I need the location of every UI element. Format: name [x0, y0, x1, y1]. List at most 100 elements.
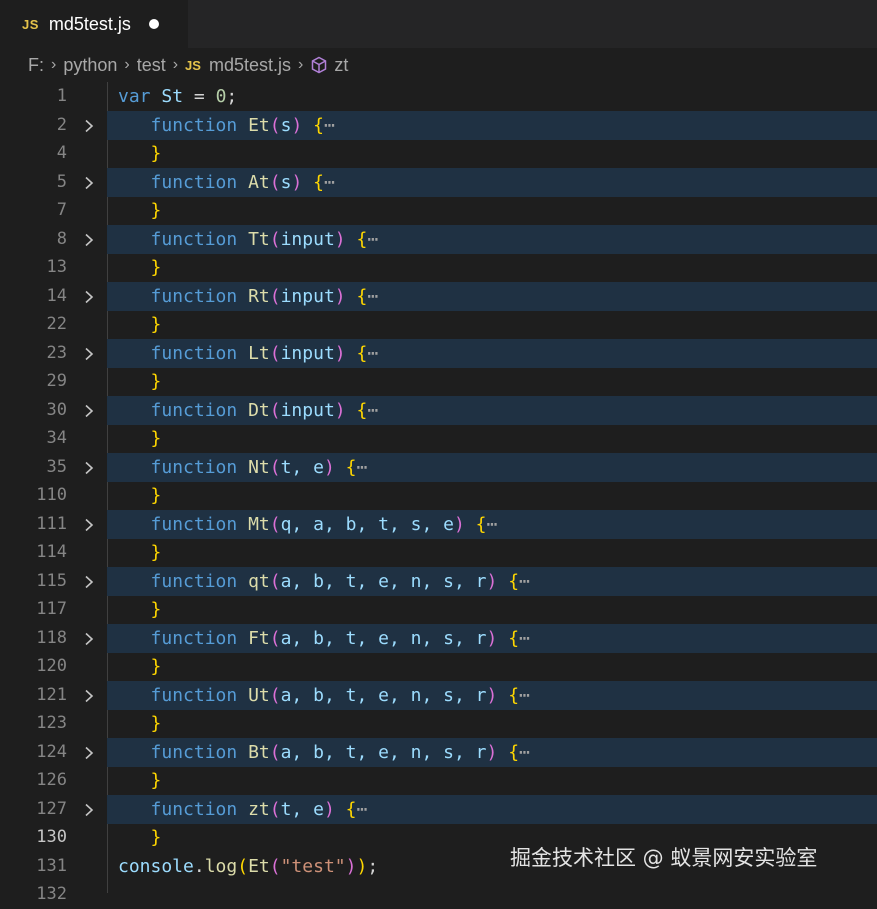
chevron-right-icon[interactable] — [82, 175, 96, 189]
function-params: input — [280, 285, 335, 307]
function-name: Ut — [248, 684, 270, 706]
chevron-right-icon[interactable] — [82, 631, 96, 645]
function-params: a, b, t, e, n, s, r — [280, 570, 487, 592]
function-params: t, e — [280, 456, 324, 478]
code-text: function zt(t, e) {⋯ — [150, 798, 368, 820]
code-text: function Mt(q, a, b, t, s, e) {⋯ — [150, 513, 498, 535]
fold-ellipsis-icon: ⋯ — [519, 741, 530, 763]
code-text: function Rt(input) {⋯ — [150, 285, 379, 307]
chevron-right-icon[interactable] — [82, 460, 96, 474]
function-params: input — [280, 228, 335, 250]
function-params: input — [280, 399, 335, 421]
code-text: } — [150, 770, 162, 791]
breadcrumb-test[interactable]: test — [137, 55, 166, 76]
code-text: function Lt(input) {⋯ — [150, 342, 379, 364]
line-number: 5 — [56, 171, 67, 192]
function-name: Lt — [248, 342, 270, 364]
keyword: function — [150, 627, 238, 649]
code-text: } — [150, 599, 162, 620]
method-name: log — [204, 855, 238, 877]
line-number: 14 — [46, 285, 67, 306]
function-name: Tt — [248, 228, 270, 250]
chevron-right-icon: › — [172, 56, 179, 73]
fold-ellipsis-icon: ⋯ — [323, 114, 335, 136]
line-number: 2 — [56, 114, 67, 135]
line-number: 124 — [36, 741, 67, 762]
code-line: 118 function Ft(a, b, t, e, n, s, r) {⋯ — [0, 623, 877, 653]
code-text: function qt(a, b, t, e, n, s, r) {⋯ — [150, 570, 530, 592]
chevron-right-icon: › — [51, 56, 57, 73]
editor-tab[interactable]: JS md5test.js — [0, 0, 188, 48]
function-name: Dt — [248, 399, 270, 421]
function-name: Mt — [248, 513, 270, 535]
chevron-right-icon[interactable] — [82, 118, 96, 132]
function-params: q, a, b, t, s, e — [280, 513, 454, 535]
chevron-right-icon[interactable] — [82, 745, 96, 759]
keyword: function — [150, 285, 238, 307]
code-line: 22 } — [0, 310, 877, 339]
breadcrumb-symbol[interactable]: zt — [334, 55, 348, 76]
code-line: 23 function Lt(input) {⋯ — [0, 338, 877, 368]
code-editor[interactable]: 1 var St = 0; 2 function Et(s) {⋯ 4 } 5 func… — [0, 82, 877, 904]
code-line: 124 function Bt(a, b, t, e, n, s, r) {⋯ — [0, 737, 877, 767]
code-line: 132 — [0, 880, 877, 909]
code-text: } — [150, 371, 162, 392]
keyword: function — [150, 456, 238, 478]
line-number: 13 — [46, 257, 67, 277]
chevron-right-icon[interactable] — [82, 517, 96, 531]
string-literal: "test" — [280, 855, 346, 877]
code-text: } — [150, 314, 162, 335]
line-number: 118 — [36, 627, 67, 648]
function-params: t, e — [280, 798, 324, 820]
watermark: 掘金技术社区 @ 蚁景网安实验室 — [510, 846, 818, 870]
tab-bar: JS md5test.js — [0, 0, 877, 48]
number-literal: 0 — [215, 86, 227, 107]
unsaved-dot-icon[interactable] — [148, 19, 159, 29]
code-line: 35 function Nt(t, e) {⋯ — [0, 452, 877, 482]
fold-ellipsis-icon: ⋯ — [519, 570, 530, 592]
line-number: 127 — [36, 798, 67, 819]
code-line: 1 var St = 0; — [0, 82, 877, 111]
code-text: var St = 0; — [118, 82, 237, 111]
line-number: 29 — [46, 371, 67, 391]
fold-ellipsis-icon: ⋯ — [323, 171, 335, 193]
keyword: function — [150, 171, 238, 193]
chevron-right-icon[interactable] — [82, 574, 96, 588]
object-name: console — [118, 855, 194, 877]
line-number: 120 — [36, 656, 67, 676]
keyword: function — [150, 513, 238, 535]
fold-ellipsis-icon: ⋯ — [356, 456, 368, 478]
fold-ellipsis-icon: ⋯ — [356, 798, 368, 820]
chevron-right-icon[interactable] — [82, 232, 96, 246]
breadcrumb-file[interactable]: md5test.js — [209, 55, 291, 76]
chevron-right-icon: › — [124, 56, 130, 73]
chevron-right-icon[interactable] — [82, 346, 96, 360]
fold-ellipsis-icon: ⋯ — [367, 285, 379, 307]
code-line: 30 function Dt(input) {⋯ — [0, 395, 877, 425]
line-number: 126 — [36, 770, 67, 790]
code-text: } — [150, 713, 162, 734]
code-text: function Dt(input) {⋯ — [150, 399, 379, 421]
code-line: 7 } — [0, 196, 877, 225]
code-line: 8 function Tt(input) {⋯ — [0, 224, 877, 254]
chevron-right-icon[interactable] — [82, 289, 96, 303]
keyword: function — [150, 684, 238, 706]
function-params: a, b, t, e, n, s, r — [280, 741, 487, 763]
chevron-right-icon: › — [297, 56, 304, 73]
chevron-right-icon[interactable] — [82, 802, 96, 816]
breadcrumb-drive[interactable]: F: — [28, 55, 44, 76]
fold-ellipsis-icon: ⋯ — [367, 228, 379, 250]
operator: = — [183, 86, 216, 107]
function-name: Ft — [248, 627, 270, 649]
chevron-right-icon[interactable] — [82, 403, 96, 417]
code-text: } — [150, 143, 162, 164]
fold-ellipsis-icon: ⋯ — [519, 627, 530, 649]
code-text: } — [150, 257, 162, 278]
line-number: 117 — [36, 599, 67, 619]
code-text: function Tt(input) {⋯ — [150, 228, 379, 250]
keyword: function — [150, 570, 238, 592]
chevron-right-icon[interactable] — [82, 688, 96, 702]
code-line: 4 } — [0, 139, 877, 168]
variable-name: St — [161, 86, 184, 107]
breadcrumb-python[interactable]: python — [63, 55, 117, 76]
